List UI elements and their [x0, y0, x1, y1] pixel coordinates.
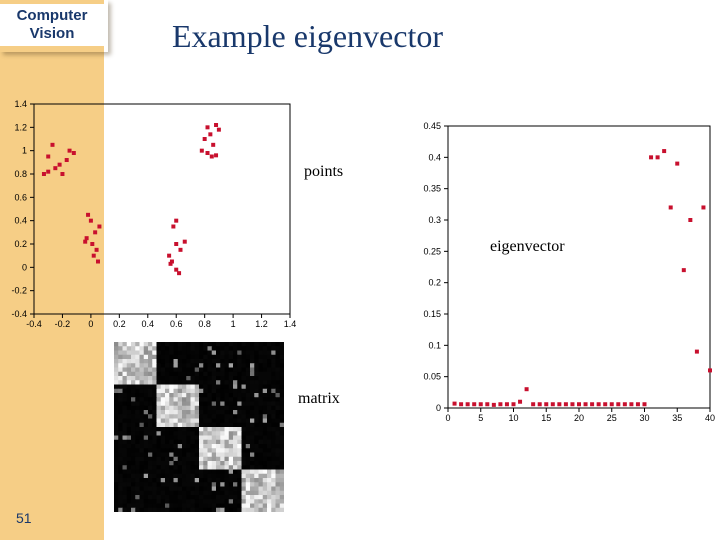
svg-text:1.2: 1.2 — [255, 319, 268, 329]
svg-text:0.3: 0.3 — [428, 215, 441, 225]
svg-text:-0.2: -0.2 — [11, 286, 27, 296]
svg-text:0.1: 0.1 — [428, 340, 441, 350]
svg-text:0.4: 0.4 — [142, 319, 155, 329]
sidebar-title-line2: Vision — [30, 25, 75, 42]
sidebar-title-line1: Computer — [17, 7, 88, 24]
svg-text:0: 0 — [22, 262, 27, 272]
svg-text:30: 30 — [639, 413, 649, 423]
svg-text:1.4: 1.4 — [14, 99, 27, 109]
slide-title: Example eigenvector — [172, 18, 443, 55]
svg-text:0: 0 — [88, 319, 93, 329]
svg-text:-0.4: -0.4 — [26, 319, 42, 329]
svg-text:0.2: 0.2 — [14, 239, 27, 249]
svg-text:0.6: 0.6 — [14, 192, 27, 202]
svg-text:0.05: 0.05 — [423, 372, 441, 382]
sidebar-title: Computer Vision — [0, 4, 104, 46]
svg-text:1: 1 — [22, 146, 27, 156]
svg-text:40: 40 — [705, 413, 715, 423]
page-number: 51 — [16, 510, 32, 526]
svg-text:0: 0 — [445, 413, 450, 423]
svg-text:20: 20 — [574, 413, 584, 423]
svg-text:15: 15 — [541, 413, 551, 423]
svg-text:-0.2: -0.2 — [55, 319, 71, 329]
svg-text:0.8: 0.8 — [14, 169, 27, 179]
svg-text:-0.4: -0.4 — [11, 309, 27, 319]
chart-eigenvector: 0 5 10 15 20 25 30 35 40 0 0.05 0.1 0.15 0.2 0.25 0.3 0.… — [408, 118, 720, 428]
svg-text:0: 0 — [436, 403, 441, 413]
label-matrix: matrix — [298, 390, 340, 408]
svg-text:0.8: 0.8 — [198, 319, 211, 329]
svg-text:10: 10 — [508, 413, 518, 423]
label-points: points — [304, 163, 343, 181]
svg-text:0.35: 0.35 — [423, 184, 441, 194]
svg-text:0.15: 0.15 — [423, 309, 441, 319]
svg-text:0.6: 0.6 — [170, 319, 183, 329]
svg-text:0.2: 0.2 — [113, 319, 126, 329]
svg-text:0.25: 0.25 — [423, 246, 441, 256]
svg-text:0.4: 0.4 — [14, 216, 27, 226]
svg-text:5: 5 — [478, 413, 483, 423]
svg-text:0.45: 0.45 — [423, 121, 441, 131]
svg-text:0.4: 0.4 — [428, 152, 441, 162]
chart-points: -0.4 -0.2 0 0.2 0.4 0.6 0.8 1 1.2 1.4 -0.4 -0.2 0 0.2… — [0, 96, 300, 336]
svg-text:1: 1 — [231, 319, 236, 329]
svg-text:25: 25 — [607, 413, 617, 423]
svg-text:1.4: 1.4 — [284, 319, 297, 329]
svg-text:0.2: 0.2 — [428, 278, 441, 288]
svg-text:35: 35 — [672, 413, 682, 423]
chart-matrix — [114, 342, 284, 512]
svg-text:1.2: 1.2 — [14, 122, 27, 132]
